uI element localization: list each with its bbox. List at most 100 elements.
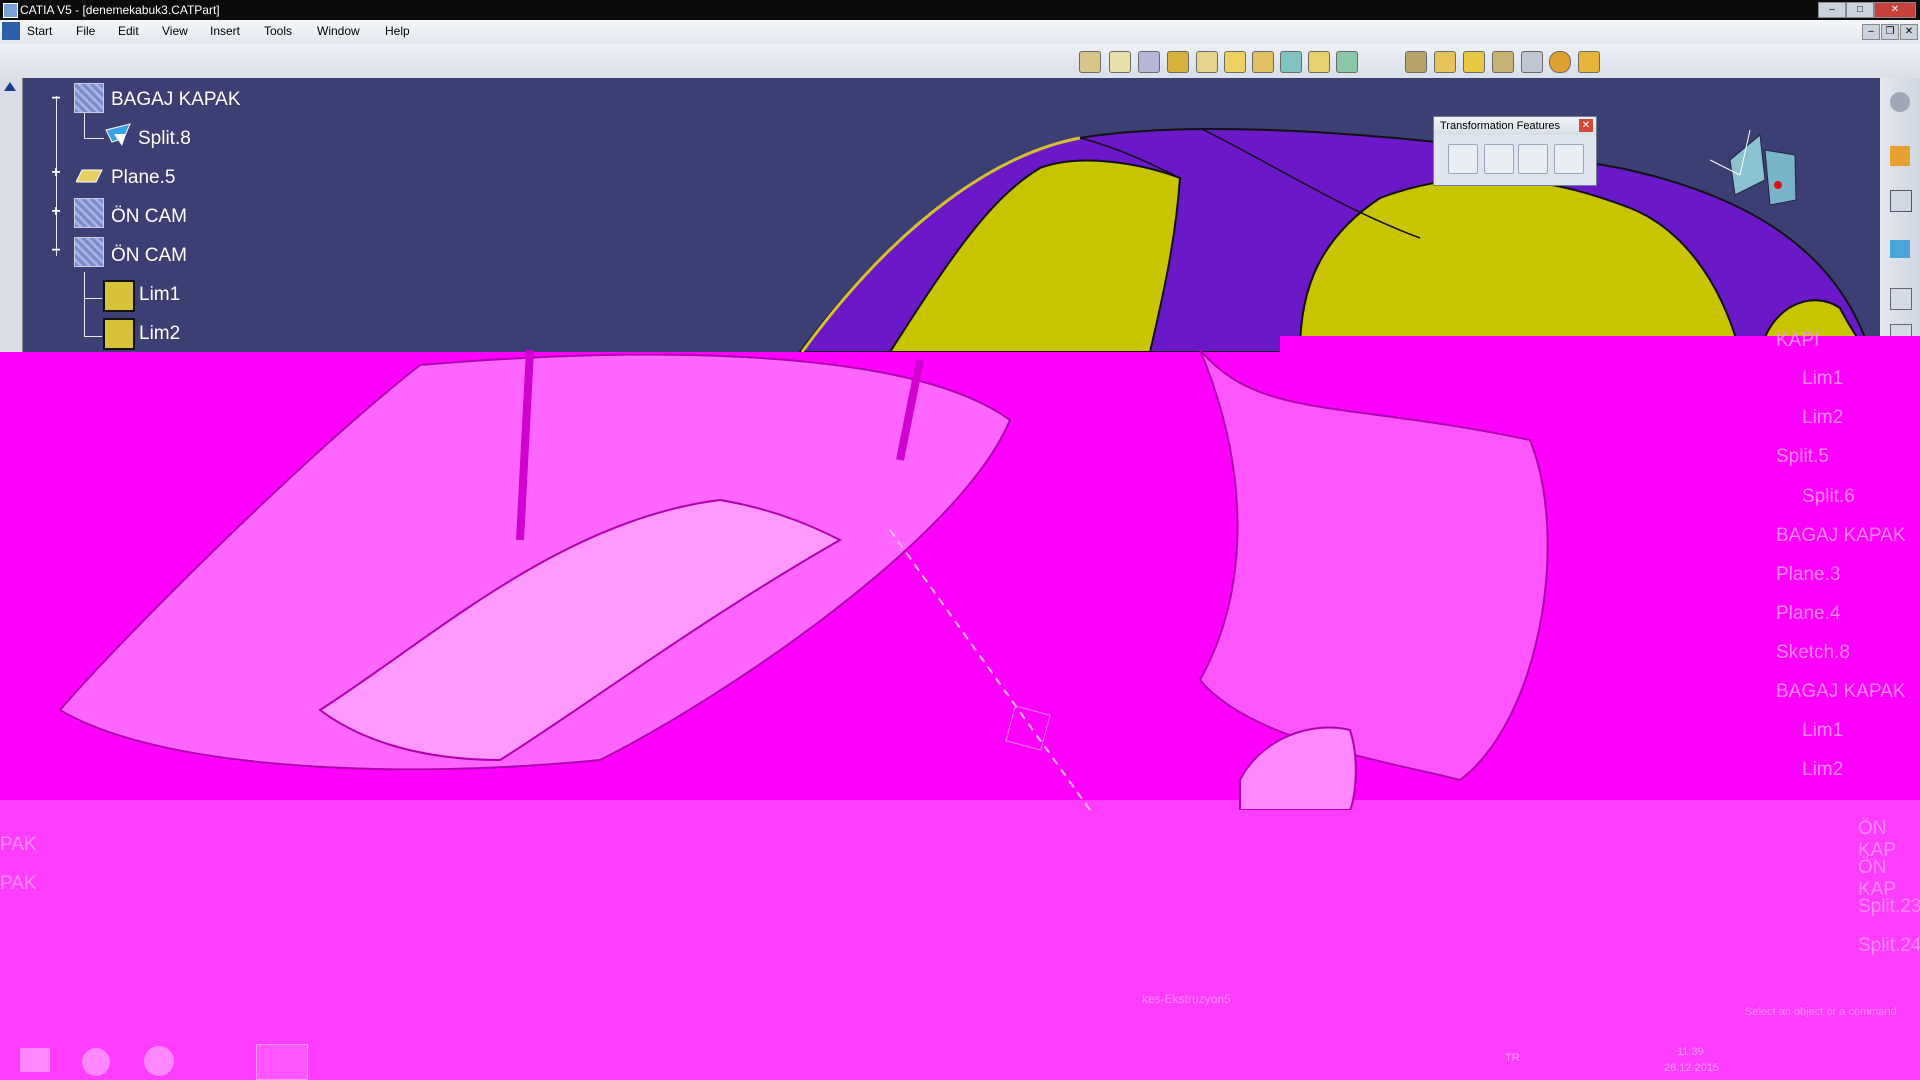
- start-button-icon[interactable]: [20, 1048, 50, 1072]
- tree-node-label[interactable]: Split.8: [138, 128, 191, 150]
- clock-time[interactable]: 11:39: [1677, 1046, 1704, 1058]
- doc-close-button[interactable]: ✕: [1900, 24, 1918, 40]
- menu-file[interactable]: File: [76, 24, 95, 38]
- tree-node-label[interactable]: Sketch.8: [1776, 642, 1850, 664]
- remove-loft-icon[interactable]: [1336, 51, 1358, 73]
- menu-edit[interactable]: Edit: [118, 24, 139, 38]
- tree-node-label[interactable]: Lim1: [1802, 720, 1843, 742]
- split-tool-icon[interactable]: [1405, 51, 1427, 73]
- interior-3d-view[interactable]: [0, 340, 1650, 810]
- catia-app-icon: [3, 3, 18, 18]
- tree-node-label[interactable]: ÖN KAP: [1858, 857, 1920, 901]
- tree-node-label[interactable]: Plane.5: [111, 167, 175, 189]
- taskbar: TR 11:39 26.12.2015: [0, 1040, 1920, 1080]
- transformation-features-toolbar: Transformation Features ✕: [1433, 116, 1597, 186]
- menu-help[interactable]: Help: [385, 24, 410, 38]
- plane-icon: [75, 168, 104, 184]
- groove-icon[interactable]: [1167, 51, 1189, 73]
- clock-date[interactable]: 26.12.2015: [1664, 1062, 1719, 1074]
- mirror-icon[interactable]: [1484, 144, 1514, 174]
- tree-node-label[interactable]: BAGAJ KAPAK: [1776, 525, 1906, 547]
- tree-node-label[interactable]: Lim2: [1802, 407, 1843, 429]
- rectangular-pattern-icon[interactable]: [1518, 144, 1548, 174]
- language-indicator[interactable]: TR: [1505, 1052, 1520, 1064]
- tree-connector: [84, 336, 102, 337]
- surface-icon: [74, 237, 104, 267]
- apply-material-icon[interactable]: [1890, 288, 1912, 310]
- toolbar-close-button[interactable]: ✕: [1579, 119, 1593, 132]
- window-title-bar: CATIA V5 - [denemekabuk3.CATPart] – □ ✕: [0, 0, 1920, 20]
- tree-node-label[interactable]: BAGAJ KAPAK: [111, 89, 241, 111]
- tree-connector: [84, 272, 85, 336]
- select-arrow-icon[interactable]: [1890, 146, 1910, 166]
- tree-node-label[interactable]: ÖN CAM: [111, 245, 187, 267]
- tree-node-label[interactable]: Lim1: [139, 284, 180, 306]
- tree-node-label[interactable]: KAPI: [1776, 330, 1819, 352]
- expand-toggle[interactable]: +: [49, 204, 63, 220]
- tree-node-label[interactable]: Split.6: [1802, 486, 1855, 508]
- toolbar-title: Transformation Features: [1440, 120, 1561, 132]
- tree-connector: [84, 138, 104, 139]
- minimize-button[interactable]: –: [1818, 2, 1846, 18]
- tree-node-label[interactable]: ÖN KAP: [1858, 818, 1920, 862]
- tree-node-label[interactable]: PAK: [0, 873, 37, 895]
- split-icon: [104, 120, 132, 148]
- hole-icon[interactable]: [1196, 51, 1218, 73]
- loft-icon[interactable]: [1308, 51, 1330, 73]
- compass-icon[interactable]: [1700, 120, 1810, 220]
- catia-taskbar-icon[interactable]: [256, 1044, 308, 1080]
- doc-minimize-button[interactable]: –: [1862, 24, 1880, 40]
- pad-icon[interactable]: [1079, 51, 1101, 73]
- tree-node-label[interactable]: ÖN CAM: [111, 206, 187, 228]
- browser-icon[interactable]: [82, 1048, 110, 1076]
- surface-icon: [74, 198, 104, 228]
- lower-panel-overlay: [0, 800, 1920, 1080]
- tree-node-label[interactable]: Plane.4: [1776, 603, 1840, 625]
- toolbar-header[interactable]: Transformation Features: [1434, 117, 1596, 135]
- doc-restore-button[interactable]: ❐: [1881, 24, 1899, 40]
- scroll-up-arrow-icon[interactable]: [4, 82, 16, 91]
- menu-window[interactable]: Window: [317, 24, 360, 38]
- top-toolbar: [0, 44, 1920, 79]
- pocket-icon[interactable]: [1109, 51, 1131, 73]
- stiffener-icon[interactable]: [1280, 51, 1302, 73]
- tree-node-label[interactable]: Lim2: [1802, 759, 1843, 781]
- measure-icon[interactable]: [1890, 240, 1910, 258]
- expand-toggle[interactable]: +: [49, 165, 63, 181]
- tree-node-label[interactable]: Plane.3: [1776, 564, 1840, 586]
- rib-icon[interactable]: [1224, 51, 1246, 73]
- scaling-icon[interactable]: [1554, 144, 1584, 174]
- collapse-toggle[interactable]: −: [49, 243, 63, 259]
- sketch-icon[interactable]: [1890, 190, 1912, 212]
- tree-node-label[interactable]: Split.23: [1858, 896, 1920, 918]
- slot-icon[interactable]: [1252, 51, 1274, 73]
- sew-surface-icon[interactable]: [1492, 51, 1514, 73]
- gear-icon[interactable]: [1890, 92, 1910, 112]
- axis-system-icon[interactable]: [1549, 51, 1571, 73]
- tree-node-label[interactable]: Split.24: [1858, 935, 1920, 957]
- tree-node-label[interactable]: Split.5: [1776, 446, 1829, 468]
- tree-scrollbar[interactable]: [0, 78, 23, 352]
- tree-node-label[interactable]: BAGAJ KAPAK: [1776, 681, 1906, 703]
- shaft-icon[interactable]: [1138, 51, 1160, 73]
- maximize-button[interactable]: □: [1846, 2, 1874, 18]
- menu-bar: Start File Edit View Insert Tools Window…: [0, 20, 1920, 45]
- window-title: CATIA V5 - [denemekabuk3.CATPart]: [20, 3, 220, 17]
- tree-node-label[interactable]: PAK: [0, 834, 37, 856]
- close-button[interactable]: ✕: [1874, 2, 1916, 18]
- bottom-toolbar: kes-Ekstruzyon5 Select an object or a co…: [0, 982, 1920, 1018]
- translation-icon[interactable]: [1448, 144, 1478, 174]
- menu-start[interactable]: Start: [27, 24, 52, 38]
- pattern-icon[interactable]: [1521, 51, 1543, 73]
- workbench-combo[interactable]: kes-Ekstruzyon5: [1142, 992, 1231, 1006]
- menu-view[interactable]: View: [162, 24, 188, 38]
- collapse-toggle[interactable]: −: [49, 91, 63, 107]
- start-menu-icon[interactable]: [2, 22, 20, 40]
- boolean-icon[interactable]: [1578, 51, 1600, 73]
- folder-icon[interactable]: [144, 1046, 174, 1076]
- tree-node-label[interactable]: Lim1: [1802, 368, 1843, 390]
- close-surface-icon[interactable]: [1463, 51, 1485, 73]
- thick-surface-icon[interactable]: [1434, 51, 1456, 73]
- menu-tools[interactable]: Tools: [264, 24, 292, 38]
- menu-insert[interactable]: Insert: [210, 24, 240, 38]
